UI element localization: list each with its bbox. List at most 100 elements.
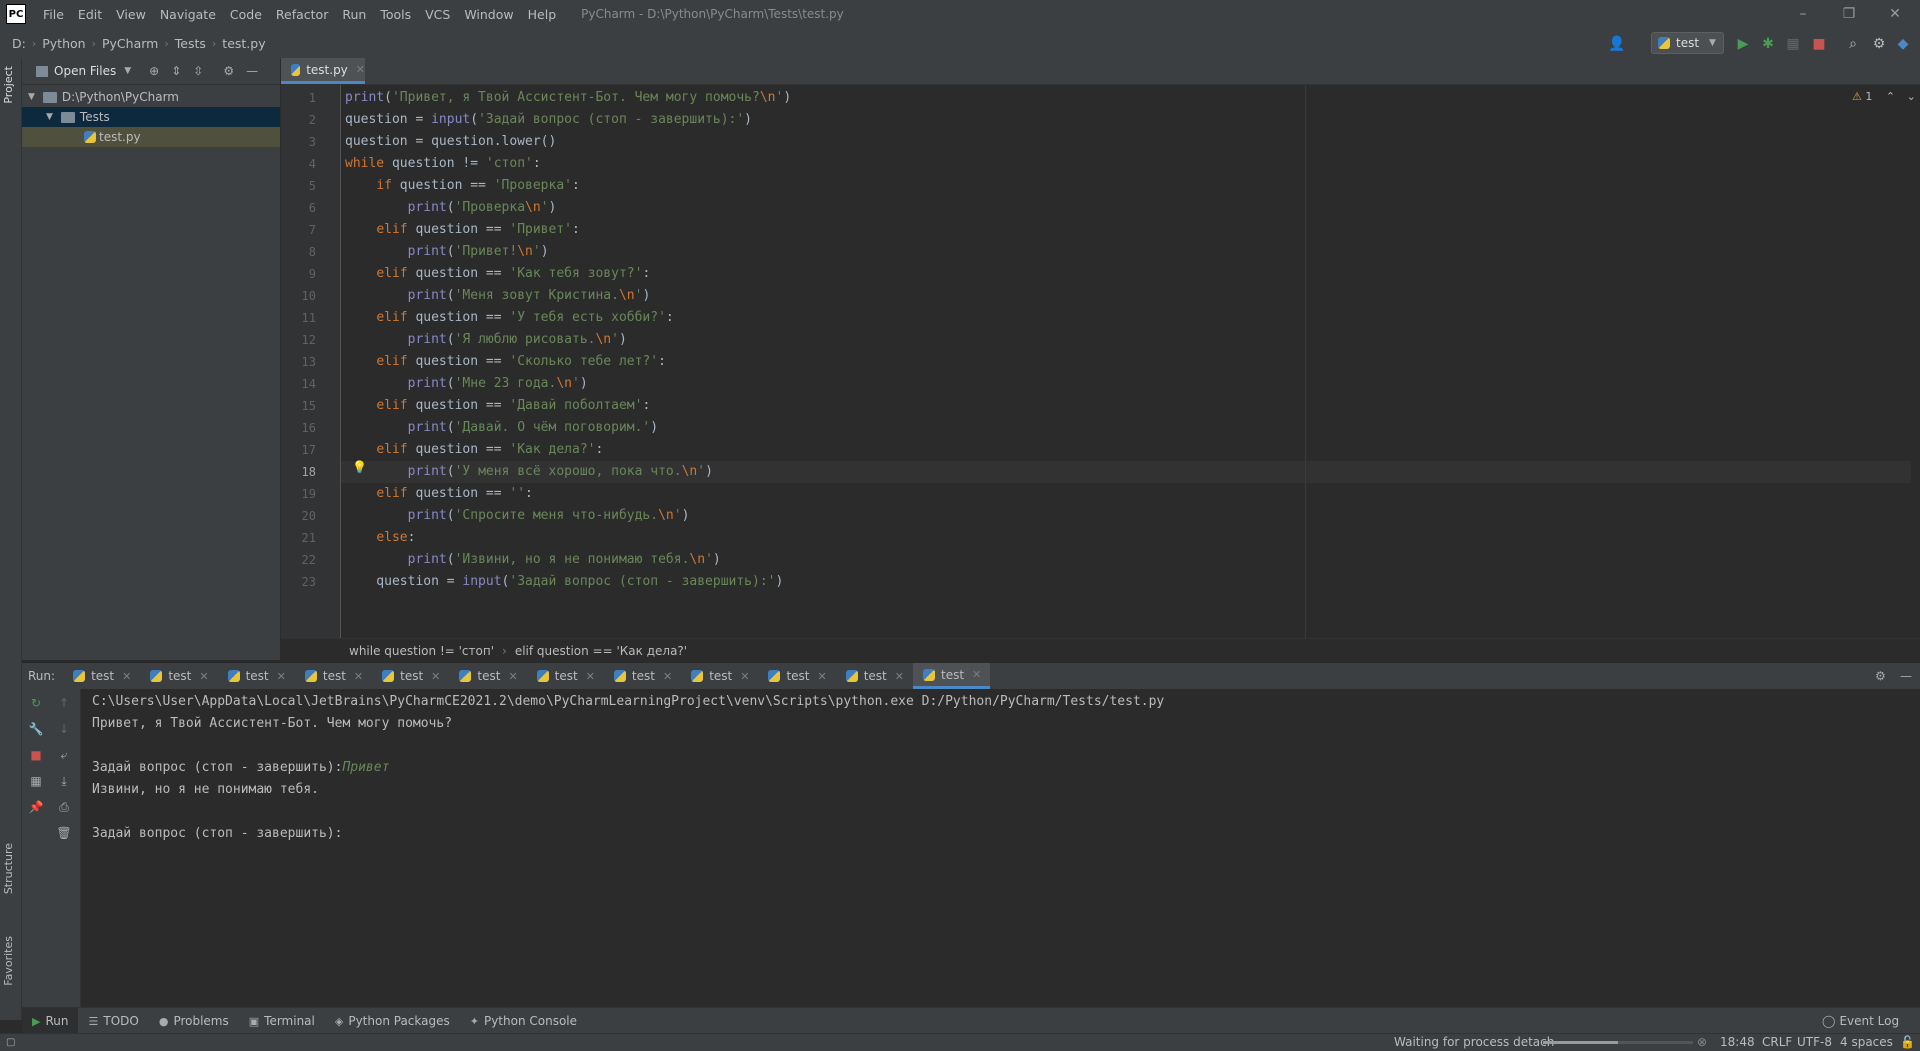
run-icon[interactable]: ▶	[1734, 35, 1752, 53]
close-icon[interactable]: ✕	[431, 670, 440, 683]
run-config-selector[interactable]: test ▼	[1651, 32, 1724, 54]
close-icon[interactable]: ✕	[199, 670, 208, 683]
event-log-button[interactable]: ◯ Event Log	[1822, 1014, 1899, 1028]
code-line[interactable]: elif question == '':	[345, 483, 533, 505]
menu-help[interactable]: Help	[521, 7, 564, 22]
run-tab[interactable]: test ✕	[836, 663, 913, 689]
code-line[interactable]: question = input('Задай вопрос (стоп - з…	[345, 571, 783, 593]
run-tab[interactable]: test ✕	[449, 663, 526, 689]
breadcrumb-while[interactable]: while question != 'стоп'	[349, 644, 494, 658]
tool-tab-run[interactable]: ▶ Run	[22, 1008, 79, 1034]
run-tab[interactable]: test ✕	[604, 663, 681, 689]
user-icon[interactable]: 👤	[1608, 35, 1626, 53]
close-icon[interactable]: ✕	[972, 668, 981, 681]
lock-icon[interactable]: 🔓	[1900, 1034, 1915, 1051]
close-icon[interactable]: ✕	[586, 670, 595, 683]
code-line[interactable]: print('У меня всё хорошо, пока что.\n')	[345, 461, 713, 483]
stop-icon[interactable]: ■	[1810, 35, 1828, 53]
menu-vcs[interactable]: VCS	[418, 7, 457, 22]
run-tab[interactable]: test ✕	[527, 663, 604, 689]
indent-setting[interactable]: 4 spaces	[1840, 1034, 1893, 1051]
close-icon[interactable]: ✕	[356, 63, 365, 76]
expand-all-icon[interactable]: ⇕	[171, 64, 181, 78]
chevron-down-icon[interactable]: ⌄	[1907, 90, 1916, 103]
tree-item-root[interactable]: ▼ D:\Python\PyCharm	[22, 87, 280, 107]
breadcrumb-item[interactable]: D:	[8, 36, 30, 51]
arrow-up-icon[interactable]: ↑	[56, 695, 72, 711]
code-line[interactable]: elif question == 'Как тебя зовут?':	[345, 263, 650, 285]
tree-item-test-py[interactable]: test.py	[22, 127, 280, 147]
stop-icon[interactable]: ■	[28, 747, 44, 763]
chevron-down-icon[interactable]: ▼	[46, 112, 53, 122]
breadcrumb-item[interactable]: Tests	[171, 36, 210, 51]
close-icon[interactable]: ✕	[354, 670, 363, 683]
code-line[interactable]: while question != 'стоп':	[345, 153, 541, 175]
scroll-to-end-icon[interactable]: ⤓	[56, 773, 72, 789]
breadcrumb-item[interactable]: PyCharm	[98, 36, 162, 51]
code-line[interactable]: print('Привет!\n')	[345, 241, 549, 263]
favorites-tool-button[interactable]: Favorites	[2, 936, 15, 986]
arrow-down-icon[interactable]: ↓	[56, 721, 72, 737]
breadcrumb-item[interactable]: Python	[38, 36, 89, 51]
pin-icon[interactable]: 📌	[28, 799, 44, 815]
trash-icon[interactable]: 🗑	[56, 825, 72, 841]
menu-run[interactable]: Run	[335, 7, 373, 22]
caret-position[interactable]: 18:48	[1720, 1034, 1755, 1051]
menu-tools[interactable]: Tools	[373, 7, 418, 22]
run-tab[interactable]: test ✕	[912, 663, 991, 689]
run-tab[interactable]: test ✕	[140, 663, 217, 689]
menu-file[interactable]: File	[36, 7, 71, 22]
code-line[interactable]: if question == 'Проверка':	[345, 175, 580, 197]
tool-tab-terminal[interactable]: ▣ Terminal	[239, 1008, 325, 1034]
cancel-process-icon[interactable]: ⊗	[1697, 1034, 1707, 1051]
close-icon[interactable]: ✕	[122, 670, 131, 683]
gear-icon[interactable]: ⚙	[1875, 669, 1886, 683]
breadcrumb-item[interactable]: test.py	[218, 36, 269, 51]
jetbrains-toolbox-icon[interactable]: ◆	[1894, 35, 1912, 53]
tool-tab-problems[interactable]: ● Problems	[149, 1008, 239, 1034]
run-tab[interactable]: test ✕	[63, 663, 140, 689]
run-tab[interactable]: test ✕	[681, 663, 758, 689]
run-tab[interactable]: test ✕	[218, 663, 295, 689]
menu-code[interactable]: Code	[223, 7, 269, 22]
close-icon[interactable]: ✕	[508, 670, 517, 683]
lightbulb-icon[interactable]: 💡	[352, 460, 367, 474]
code-line[interactable]: print('Я люблю рисовать.\n')	[345, 329, 627, 351]
code-line[interactable]: question = question.lower()	[345, 131, 556, 153]
locate-icon[interactable]: ⊕	[149, 64, 159, 78]
soft-wrap-icon[interactable]: ⤶	[56, 747, 72, 763]
close-icon[interactable]: ✕	[895, 670, 904, 683]
run-console[interactable]: C:\Users\User\AppData\Local\JetBrains\Py…	[81, 689, 1920, 1007]
code-line[interactable]: question = input('Задай вопрос (стоп - з…	[345, 109, 752, 131]
code-line[interactable]: print('Давай. О чём поговорим.')	[345, 417, 658, 439]
close-icon[interactable]: ✕	[663, 670, 672, 683]
hide-icon[interactable]: —	[1900, 669, 1912, 683]
code-line[interactable]: elif question == 'Как дела?':	[345, 439, 603, 461]
code-line[interactable]: elif question == 'Сколько тебе лет?':	[345, 351, 666, 373]
chevron-down-icon[interactable]: ▼	[28, 92, 35, 102]
code-line[interactable]: else:	[345, 527, 415, 549]
chevron-up-icon[interactable]: ⌃	[1886, 90, 1895, 103]
project-tool-button[interactable]: Project	[2, 66, 15, 104]
menu-view[interactable]: View	[109, 7, 153, 22]
tab-test-py[interactable]: test.py ✕	[281, 58, 365, 84]
code-line[interactable]: print('Извини, но я не понимаю тебя.\n')	[345, 549, 721, 571]
code-editor[interactable]: print('Привет, я Твой Ассистент-Бот. Чем…	[341, 85, 1920, 638]
menu-refactor[interactable]: Refactor	[269, 7, 335, 22]
collapse-all-icon[interactable]: ⇳	[193, 64, 203, 78]
run-tab[interactable]: test ✕	[372, 663, 449, 689]
layout-icon[interactable]: ▦	[28, 773, 44, 789]
code-line[interactable]: elif question == 'Давай поболтаем':	[345, 395, 650, 417]
tool-tab-python-packages[interactable]: ◈ Python Packages	[325, 1008, 460, 1034]
layout-toggle-icon[interactable]: ▢	[6, 1037, 15, 1048]
hide-icon[interactable]: —	[246, 64, 258, 78]
open-files-selector[interactable]: Open Files	[54, 64, 116, 78]
print-icon[interactable]: ⎙	[56, 799, 72, 815]
tool-tab-todo[interactable]: ☰ TODO	[78, 1008, 148, 1034]
file-encoding[interactable]: UTF-8	[1797, 1034, 1832, 1051]
code-line[interactable]: print('Меня зовут Кристина.\n')	[345, 285, 651, 307]
code-line[interactable]: print('Мне 23 года.\n')	[345, 373, 588, 395]
debug-icon[interactable]: ✱	[1759, 35, 1777, 53]
line-separator[interactable]: CRLF	[1762, 1034, 1792, 1051]
close-icon[interactable]: ✕	[277, 670, 286, 683]
